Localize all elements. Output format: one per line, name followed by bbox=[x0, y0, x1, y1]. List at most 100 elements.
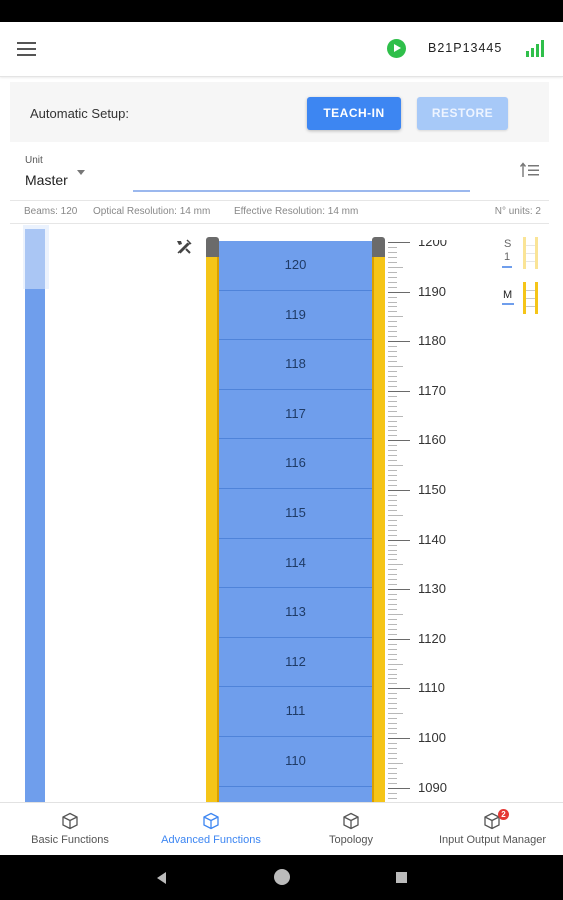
ruler-minor-tick bbox=[388, 271, 397, 273]
beam-row[interactable]: 114 bbox=[219, 538, 372, 589]
ruler-minor-tick bbox=[388, 480, 397, 482]
beam-number: 112 bbox=[285, 653, 306, 669]
chevron-down-icon[interactable] bbox=[77, 170, 85, 175]
status-bar bbox=[0, 0, 563, 22]
ruler-minor-tick bbox=[388, 246, 397, 248]
ruler-minor-tick bbox=[388, 663, 403, 665]
ruler-label: 1150 bbox=[418, 482, 446, 497]
ruler-minor-tick bbox=[388, 554, 397, 556]
ruler-minor-tick bbox=[388, 703, 397, 705]
teach-in-button[interactable]: TEACH-IN bbox=[307, 97, 401, 130]
beam-row[interactable]: 113 bbox=[219, 588, 372, 638]
ruler-minor-tick bbox=[388, 375, 397, 377]
ruler-minor-tick bbox=[388, 261, 397, 263]
ruler-label: 1180 bbox=[418, 333, 446, 349]
nav-input-output-manager[interactable]: 2 Input Output Manager bbox=[430, 803, 555, 856]
ruler-minor-tick bbox=[388, 762, 403, 764]
home-icon[interactable] bbox=[274, 869, 290, 885]
ruler-minor-tick bbox=[388, 614, 403, 615]
overview-viewport-indicator[interactable] bbox=[23, 225, 49, 289]
overview-scroll-bar[interactable] bbox=[25, 229, 45, 802]
ruler-minor-tick bbox=[388, 356, 397, 358]
ruler-minor-tick bbox=[388, 420, 397, 422]
ruler-minor-tick bbox=[388, 728, 397, 730]
beam-row[interactable]: 111 bbox=[219, 687, 372, 737]
beam-row[interactable]: 119 bbox=[219, 290, 372, 341]
height-ruler: 1200 1190 1180 1170 1160 1150 1140 1130 1120 1110… bbox=[388, 240, 458, 802]
ruler-major-tick bbox=[388, 440, 410, 442]
beam-row[interactable]: 115 bbox=[219, 489, 372, 539]
ruler-minor-tick bbox=[388, 618, 397, 620]
ruler-major-tick bbox=[388, 787, 410, 789]
beam-row[interactable]: 110 bbox=[219, 737, 372, 787]
ruler-minor-tick bbox=[388, 405, 397, 407]
ruler-minor-tick bbox=[388, 797, 397, 799]
ruler-minor-tick bbox=[388, 514, 403, 516]
restore-button[interactable]: RESTORE bbox=[417, 97, 508, 130]
ruler-minor-tick bbox=[388, 351, 397, 353]
unit-select[interactable]: Master bbox=[25, 172, 68, 188]
ruler-minor-tick bbox=[388, 370, 397, 372]
optical-resolution: Optical Resolution: 14 mm bbox=[93, 206, 211, 217]
ruler-minor-tick bbox=[388, 475, 397, 477]
beam-row[interactable]: 120 bbox=[219, 241, 372, 291]
legend-secondary-label: S bbox=[504, 238, 512, 250]
ruler-minor-tick bbox=[388, 752, 397, 754]
ruler-label: 1170 bbox=[418, 382, 446, 398]
ruler-minor-tick bbox=[388, 504, 397, 506]
ruler-minor-tick bbox=[388, 430, 397, 432]
sort-icon[interactable] bbox=[520, 161, 540, 179]
master-unit-icon[interactable] bbox=[523, 282, 538, 314]
beam-row[interactable]: 117 bbox=[219, 389, 372, 440]
tools-icon[interactable] bbox=[175, 238, 193, 256]
ruler-major-tick bbox=[388, 242, 410, 243]
ruler-major-tick bbox=[388, 738, 410, 739]
beam-row[interactable]: 112 bbox=[219, 637, 372, 688]
ruler-minor-tick bbox=[388, 316, 403, 318]
ruler-minor-tick bbox=[388, 643, 397, 645]
ruler-minor-tick bbox=[388, 361, 397, 363]
nav-basic-functions[interactable]: Basic Functions bbox=[20, 803, 120, 856]
ruler-major-tick bbox=[388, 589, 410, 591]
recent-apps-icon[interactable] bbox=[396, 872, 407, 883]
ruler-major-tick bbox=[388, 688, 410, 690]
ruler-label: 1120 bbox=[418, 630, 446, 646]
ruler-minor-tick bbox=[388, 450, 397, 452]
ruler-minor-tick bbox=[388, 306, 397, 308]
ruler-minor-tick bbox=[388, 767, 397, 769]
ruler-minor-tick bbox=[388, 584, 397, 586]
ruler-major-tick bbox=[388, 390, 410, 392]
play-icon[interactable] bbox=[387, 39, 406, 58]
beam-row[interactable]: 109 bbox=[219, 786, 372, 802]
nav-advanced-functions[interactable]: Advanced Functions bbox=[150, 803, 272, 856]
ruler-minor-tick bbox=[388, 266, 403, 268]
ruler-minor-tick bbox=[388, 708, 397, 710]
nav-label: Basic Functions bbox=[31, 834, 109, 846]
ruler-minor-tick bbox=[388, 494, 397, 496]
ruler-minor-tick bbox=[388, 366, 403, 367]
beam-row[interactable]: 116 bbox=[219, 439, 372, 489]
ruler-minor-tick bbox=[388, 544, 397, 546]
ruler-major-tick bbox=[388, 638, 410, 640]
ruler-minor-tick bbox=[388, 460, 397, 462]
ruler-minor-tick bbox=[388, 301, 397, 303]
beam-list[interactable]: 120 119 118 117 116 115 114 113 112 111 110 109 bbox=[219, 241, 372, 802]
ruler-minor-tick bbox=[388, 579, 397, 581]
nav-topology[interactable]: Topology bbox=[311, 803, 391, 856]
ruler-minor-tick bbox=[388, 713, 403, 715]
beam-row[interactable]: 118 bbox=[219, 340, 372, 390]
ruler-minor-tick bbox=[388, 549, 397, 551]
ruler-label: 1190 bbox=[418, 283, 446, 299]
hamburger-menu-icon[interactable] bbox=[17, 42, 36, 56]
notification-badge: 2 bbox=[498, 809, 509, 820]
back-icon[interactable] bbox=[157, 872, 166, 884]
secondary-unit-icon[interactable] bbox=[523, 237, 538, 269]
ruler-minor-tick bbox=[388, 569, 397, 571]
ruler-label: 1140 bbox=[418, 531, 446, 547]
rail-edge-right bbox=[372, 240, 374, 802]
beam-number: 114 bbox=[285, 554, 306, 570]
ruler-minor-tick bbox=[388, 256, 397, 258]
ruler-minor-tick bbox=[388, 782, 397, 784]
ruler-minor-tick bbox=[388, 524, 397, 526]
ruler-minor-tick bbox=[388, 653, 397, 655]
